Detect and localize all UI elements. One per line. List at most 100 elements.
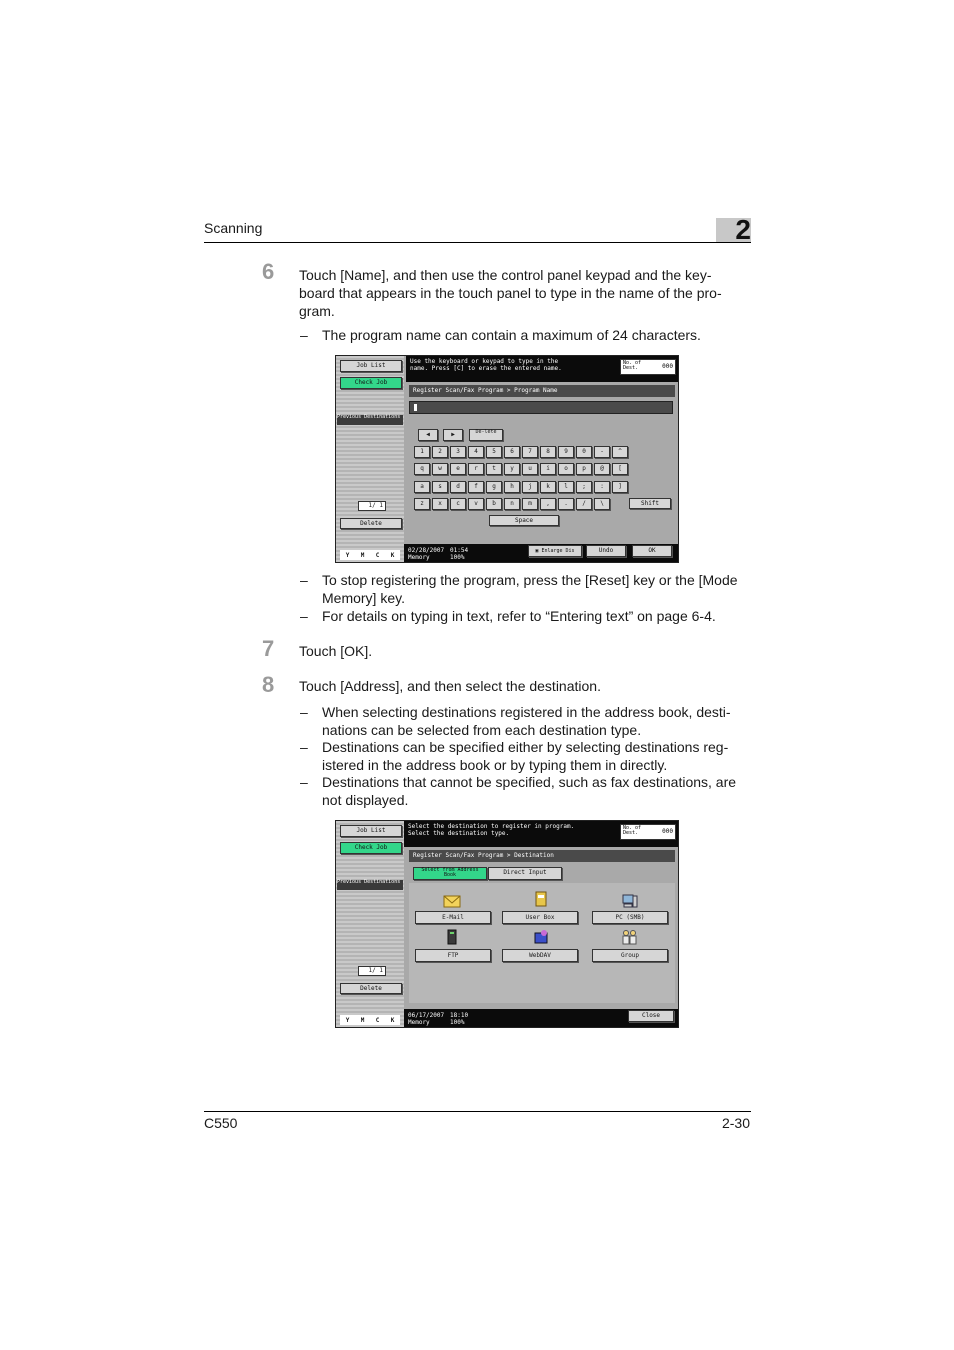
enlarge-icon: ▣ — [535, 548, 539, 554]
delete-button[interactable]: Delete — [340, 518, 402, 529]
keyboard-key[interactable]: u — [522, 463, 538, 475]
step-8-bullet: – When selecting destinations registered… — [300, 704, 752, 740]
tab-address-book[interactable]: Select from Address Book — [413, 867, 487, 880]
destination-counter: No. of Dest. 000 — [620, 824, 676, 840]
keyboard-key[interactable]: 2 — [432, 446, 448, 458]
status-time: 18:10 — [450, 1012, 469, 1019]
check-job-button[interactable]: Check Job — [340, 377, 402, 389]
keyboard-key[interactable]: y — [504, 463, 520, 475]
keyboard-key[interactable]: p — [576, 463, 592, 475]
keyboard-key[interactable]: [ — [612, 463, 628, 475]
text-cursor — [414, 404, 417, 411]
keyboard-key[interactable]: , — [540, 498, 556, 510]
bullet-dash: – — [300, 739, 308, 755]
keyboard-key[interactable]: m — [522, 498, 538, 510]
keyboard-key[interactable]: t — [486, 463, 502, 475]
keyboard-key[interactable]: 7 — [522, 446, 538, 458]
pc-icon — [622, 894, 638, 908]
keyboard-key[interactable]: 9 — [558, 446, 574, 458]
name-input-field[interactable] — [409, 401, 673, 414]
keyboard-key[interactable]: \ — [594, 498, 610, 510]
keyboard-key[interactable]: k — [540, 481, 556, 493]
email-button[interactable]: E-Mail — [415, 911, 491, 924]
previous-destinations-label: Previous Destinations — [337, 880, 403, 890]
step-6-bullet: – For details on typing in text, refer t… — [300, 608, 752, 626]
keyboard-key[interactable]: 8 — [540, 446, 556, 458]
bullet-text: Destinations can be specified either by … — [322, 739, 752, 775]
keyboard-key[interactable]: c — [450, 498, 466, 510]
undo-button[interactable]: Undo — [586, 545, 626, 557]
keyboard-key[interactable]: i — [540, 463, 556, 475]
ok-button[interactable]: OK — [632, 545, 672, 557]
ftp-icon — [447, 929, 457, 945]
screenshot-destination: Job List Check Job Previous Destinations… — [335, 820, 679, 1028]
keyboard-key[interactable]: 4 — [468, 446, 484, 458]
keyboard-key[interactable]: ^ — [612, 446, 628, 458]
bullet-line: Memory] key. — [322, 589, 405, 606]
shift-key[interactable]: Shift — [629, 498, 671, 509]
keyboard-key[interactable]: ] — [612, 481, 628, 493]
right-arrow-key[interactable]: ▶ — [443, 429, 463, 441]
bullet-line: To stop registering the program, press t… — [322, 572, 738, 588]
keyboard-key[interactable]: w — [432, 463, 448, 475]
keyboard-key[interactable]: - — [594, 446, 610, 458]
bullet-line: nations can be selected from each destin… — [322, 721, 642, 738]
keyboard-key[interactable]: @ — [594, 463, 610, 475]
group-button[interactable]: Group — [592, 949, 668, 962]
keyboard-key[interactable]: 1 — [414, 446, 430, 458]
keyboard-key[interactable]: : — [594, 481, 610, 493]
check-job-button[interactable]: Check Job — [340, 842, 402, 854]
user-box-button[interactable]: User Box — [502, 911, 578, 924]
page-counter: 1/ 1 — [358, 966, 386, 976]
keyboard-key[interactable]: v — [468, 498, 484, 510]
memory-value: 100% — [450, 554, 465, 561]
bullet-text: When selecting destinations registered i… — [322, 704, 752, 740]
delete-key[interactable]: De-lete — [469, 429, 503, 441]
keyboard-key[interactable]: 3 — [450, 446, 466, 458]
keyboard-key[interactable]: ; — [576, 481, 592, 493]
tab-direct-input[interactable]: Direct Input — [488, 867, 562, 880]
previous-destinations-label: Previous Destinations — [337, 415, 403, 425]
webdav-button[interactable]: WebDAV — [502, 949, 578, 962]
job-list-button[interactable]: Job List — [340, 360, 402, 372]
keyboard-key[interactable]: b — [486, 498, 502, 510]
enlarge-label: Enlarge Dis — [541, 548, 575, 554]
bullet-text: The program name can contain a maximum o… — [322, 327, 701, 343]
keyboard-key[interactable]: h — [504, 481, 520, 493]
keyboard-key[interactable]: j — [522, 481, 538, 493]
keyboard-key[interactable]: / — [576, 498, 592, 510]
keyboard-key[interactable]: g — [486, 481, 502, 493]
keyboard-key[interactable]: d — [450, 481, 466, 493]
keyboard-key[interactable]: f — [468, 481, 484, 493]
status-time: 01:54 — [450, 547, 469, 554]
keyboard-key[interactable]: q — [414, 463, 430, 475]
space-key[interactable]: Space — [489, 515, 559, 526]
bullet-line: not displayed. — [322, 791, 409, 808]
job-list-button[interactable]: Job List — [340, 825, 402, 837]
keyboard-key[interactable]: z — [414, 498, 430, 510]
memory-value: 100% — [450, 1019, 465, 1026]
ftp-button[interactable]: FTP — [415, 949, 491, 962]
toner-indicator: Y M C K — [340, 1015, 400, 1025]
keyboard-key[interactable]: o — [558, 463, 574, 475]
step-number-8: 8 — [262, 672, 275, 697]
destination-counter: No. of Dest. 000 — [620, 359, 676, 375]
keyboard-key[interactable]: a — [414, 481, 430, 493]
keyboard-key[interactable]: x — [432, 498, 448, 510]
close-button[interactable]: Close — [628, 1010, 674, 1022]
enlarge-display-button[interactable]: ▣ Enlarge Dis — [528, 545, 582, 557]
left-arrow-key[interactable]: ◀ — [418, 429, 438, 441]
keyboard-key[interactable]: 5 — [486, 446, 502, 458]
keyboard-key[interactable]: 6 — [504, 446, 520, 458]
step-8-text: Touch [Address], and then select the des… — [299, 678, 601, 694]
pc-smb-button[interactable]: PC (SMB) — [592, 911, 668, 924]
keyboard-key[interactable]: r — [468, 463, 484, 475]
keyboard-key[interactable]: . — [558, 498, 574, 510]
bullet-text: Destinations that cannot be specified, s… — [322, 774, 752, 810]
keyboard-key[interactable]: 0 — [576, 446, 592, 458]
keyboard-key[interactable]: e — [450, 463, 466, 475]
delete-button[interactable]: Delete — [340, 983, 402, 994]
keyboard-key[interactable]: s — [432, 481, 448, 493]
keyboard-key[interactable]: l — [558, 481, 574, 493]
keyboard-key[interactable]: n — [504, 498, 520, 510]
